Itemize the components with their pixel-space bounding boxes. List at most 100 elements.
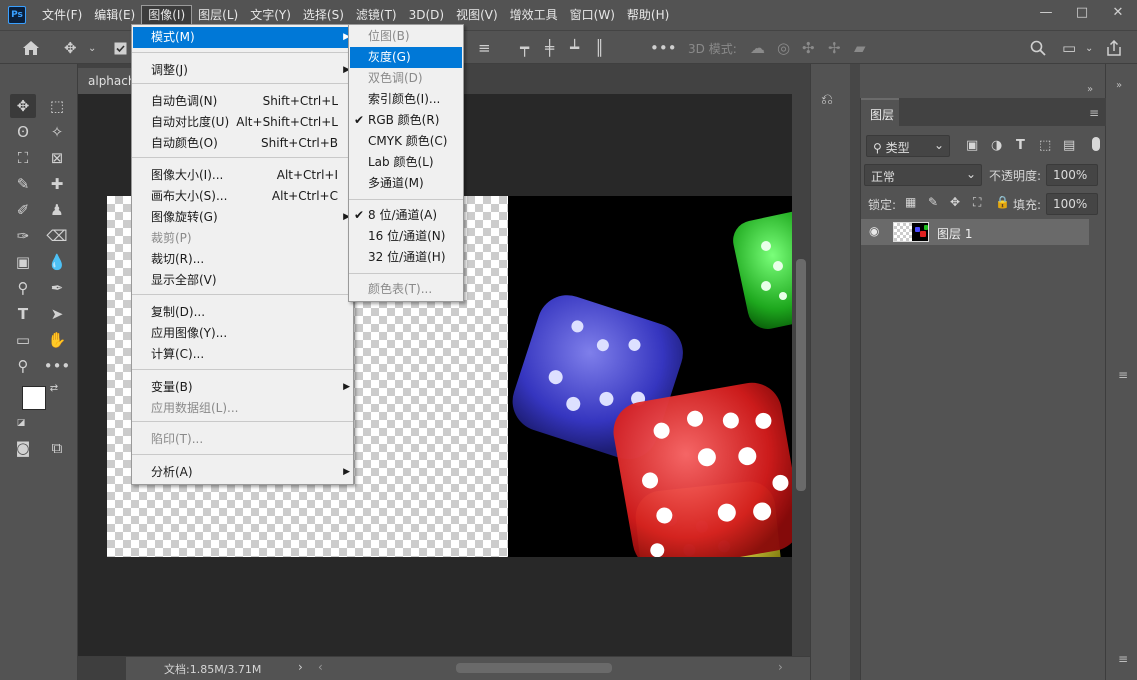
opacity-input[interactable]: 100% bbox=[1046, 164, 1098, 186]
fill-input[interactable]: 100% bbox=[1046, 193, 1098, 215]
maximize-button[interactable]: □ bbox=[1064, 0, 1100, 24]
image-menu-item[interactable]: 陷印(T)... bbox=[133, 429, 354, 450]
image-menu-item[interactable]: 变量(B) ▶ bbox=[133, 377, 354, 398]
marquee-tool-icon[interactable]: ⬚ bbox=[44, 94, 70, 118]
filter-adjust-icon[interactable]: ◑ bbox=[991, 138, 1002, 153]
mode-menu-item[interactable]: 32 位/通道(H) bbox=[350, 247, 462, 268]
horizontal-scroll-thumb[interactable] bbox=[456, 663, 612, 673]
vertical-scrollbar[interactable] bbox=[792, 94, 810, 656]
move-icon[interactable]: ✥ bbox=[64, 38, 77, 58]
image-menu-item[interactable]: 模式(M) ▶ bbox=[133, 27, 354, 48]
foreground-color-swatch[interactable] bbox=[22, 386, 46, 410]
close-button[interactable]: ✕ bbox=[1100, 0, 1136, 24]
mode-menu-item[interactable]: Lab 颜色(L) bbox=[350, 152, 462, 173]
path-select-icon[interactable]: ➤ bbox=[44, 302, 70, 326]
image-menu-item[interactable]: 复制(D)... bbox=[133, 302, 354, 323]
default-colors-icon[interactable]: ◪ bbox=[14, 416, 28, 430]
filter-toggle[interactable] bbox=[1092, 137, 1100, 151]
home-icon[interactable] bbox=[22, 38, 40, 58]
lock-transparent-icon[interactable]: ▦ bbox=[905, 195, 916, 209]
image-menu-item[interactable]: 自动对比度(U) Alt+Shift+Ctrl+L bbox=[133, 112, 354, 133]
filter-shape-icon[interactable]: ⬚ bbox=[1039, 138, 1051, 153]
lock-image-icon[interactable]: ✎ bbox=[928, 195, 938, 209]
more-icon[interactable]: ••• bbox=[650, 38, 677, 58]
workspace-chevron-icon[interactable]: ⌄ bbox=[1085, 38, 1093, 58]
collapse-panel-icon[interactable]: » bbox=[1087, 84, 1093, 95]
chevron-down-icon[interactable]: ⌄ bbox=[88, 38, 96, 58]
pen-tool-icon[interactable]: ✒ bbox=[44, 276, 70, 300]
zoom-tool-icon[interactable]: ⚲ bbox=[10, 354, 36, 378]
document-tab[interactable]: alphacha bbox=[78, 68, 138, 94]
magic-wand-icon[interactable]: ✧ bbox=[44, 120, 70, 144]
lasso-tool-icon[interactable]: ʘ bbox=[10, 120, 36, 144]
image-menu-item[interactable]: 裁剪(P) bbox=[133, 228, 354, 249]
lock-all-icon[interactable]: 🔒 bbox=[995, 195, 1010, 209]
lock-position-icon[interactable]: ✥ bbox=[950, 195, 960, 209]
image-menu-item[interactable]: 显示全部(V) bbox=[133, 270, 354, 291]
filter-type-icon[interactable]: T bbox=[1016, 138, 1025, 153]
eraser-tool-icon[interactable]: ⌫ bbox=[44, 224, 70, 248]
collapse-right-icon[interactable]: » bbox=[1116, 80, 1122, 91]
image-menu-item[interactable]: 应用图像(Y)... bbox=[133, 323, 354, 344]
align-top-icon[interactable]: ┯ bbox=[520, 38, 529, 58]
menu-image[interactable]: 图像(I) bbox=[141, 5, 193, 25]
history-brush-icon[interactable]: ✑ bbox=[10, 224, 36, 248]
crop-tool-icon[interactable]: ⛶ bbox=[10, 146, 36, 170]
layer-row[interactable]: ◉ 图层 1 bbox=[861, 219, 1089, 245]
image-menu-item[interactable]: 图像大小(I)... Alt+Ctrl+I bbox=[133, 165, 354, 186]
zoom-field[interactable] bbox=[78, 657, 126, 680]
healing-brush-icon[interactable]: ✚ bbox=[44, 172, 70, 196]
status-menu-arrow-icon[interactable]: › bbox=[298, 660, 303, 674]
align-icon[interactable]: ≡ bbox=[478, 38, 491, 58]
image-menu-item[interactable]: 应用数据组(L)... bbox=[133, 398, 354, 419]
more-tools-icon[interactable]: ••• bbox=[44, 354, 71, 378]
frame-tool-icon[interactable]: ⊠ bbox=[44, 146, 70, 170]
image-menu-item[interactable]: 画布大小(S)... Alt+Ctrl+C bbox=[133, 186, 354, 207]
blend-mode-select[interactable]: 正常 ⌄ bbox=[864, 164, 982, 186]
panel-menu-icon[interactable]: ≡ bbox=[1118, 368, 1128, 382]
align-bottom-icon[interactable]: ┷ bbox=[570, 38, 579, 58]
menu-file[interactable]: 文件(F) bbox=[36, 5, 88, 25]
tab-layers[interactable]: 图层 bbox=[861, 98, 899, 126]
layers-menu-icon[interactable]: ≡ bbox=[1089, 106, 1099, 120]
filter-pixel-icon[interactable]: ▣ bbox=[966, 138, 978, 153]
menu-help[interactable]: 帮助(H) bbox=[621, 5, 675, 25]
scroll-left-arrow-icon[interactable]: ‹ bbox=[318, 660, 323, 674]
lock-artboard-icon[interactable]: ⛶ bbox=[973, 195, 981, 210]
layer-name[interactable]: 图层 1 bbox=[937, 225, 972, 242]
panel-menu-bottom-icon[interactable]: ≡ bbox=[1118, 652, 1128, 666]
menu-type[interactable]: 文字(Y) bbox=[244, 5, 297, 25]
share-icon[interactable] bbox=[1106, 38, 1122, 58]
image-menu-item[interactable]: 图像旋转(G) ▶ bbox=[133, 207, 354, 228]
menu-window[interactable]: 窗口(W) bbox=[564, 5, 621, 25]
image-menu-item[interactable]: 调整(J) ▶ bbox=[133, 60, 354, 81]
image-menu-item[interactable]: 自动色调(N) Shift+Ctrl+L bbox=[133, 91, 354, 112]
menu-3d[interactable]: 3D(D) bbox=[403, 5, 450, 25]
mode-menu-item[interactable]: 多通道(M) bbox=[350, 173, 462, 194]
blur-tool-icon[interactable]: 💧 bbox=[44, 250, 70, 274]
quick-mask-icon[interactable]: ◙ bbox=[10, 436, 36, 460]
menu-filter[interactable]: 滤镜(T) bbox=[350, 5, 403, 25]
image-menu-item[interactable]: 自动颜色(O) Shift+Ctrl+B bbox=[133, 133, 354, 154]
gradient-tool-icon[interactable]: ▣ bbox=[10, 250, 36, 274]
workspace-icon[interactable]: ▭ bbox=[1062, 38, 1076, 58]
rectangle-tool-icon[interactable]: ▭ bbox=[10, 328, 36, 352]
mode-menu-item[interactable]: ✔ RGB 颜色(R) bbox=[350, 110, 462, 131]
mode-menu-item[interactable]: 颜色表(T)... bbox=[350, 279, 462, 300]
layer-filter-select[interactable]: ⚲ 类型 ⌄ bbox=[866, 135, 950, 157]
mode-menu-item[interactable]: CMYK 颜色(C) bbox=[350, 131, 462, 152]
menu-view[interactable]: 视图(V) bbox=[450, 5, 504, 25]
image-menu-item[interactable]: 分析(A) ▶ bbox=[133, 462, 354, 483]
scroll-right-arrow-icon[interactable]: › bbox=[778, 660, 783, 674]
stamp-tool-icon[interactable]: ♟ bbox=[44, 198, 70, 222]
minimize-button[interactable]: — bbox=[1028, 0, 1064, 24]
dodge-tool-icon[interactable]: ⚲ bbox=[10, 276, 36, 300]
visibility-eye-icon[interactable]: ◉ bbox=[869, 224, 879, 238]
search-icon[interactable] bbox=[1030, 38, 1046, 58]
align-middle-icon[interactable]: ╪ bbox=[545, 38, 554, 58]
image-menu-item[interactable]: 裁切(R)... bbox=[133, 249, 354, 270]
menu-plugins[interactable]: 增效工具 bbox=[504, 5, 564, 25]
history-panel-icon[interactable]: ⎌ bbox=[821, 90, 833, 108]
type-tool-icon[interactable]: T bbox=[10, 302, 36, 326]
mode-menu-item[interactable]: 位图(B) bbox=[350, 26, 462, 47]
